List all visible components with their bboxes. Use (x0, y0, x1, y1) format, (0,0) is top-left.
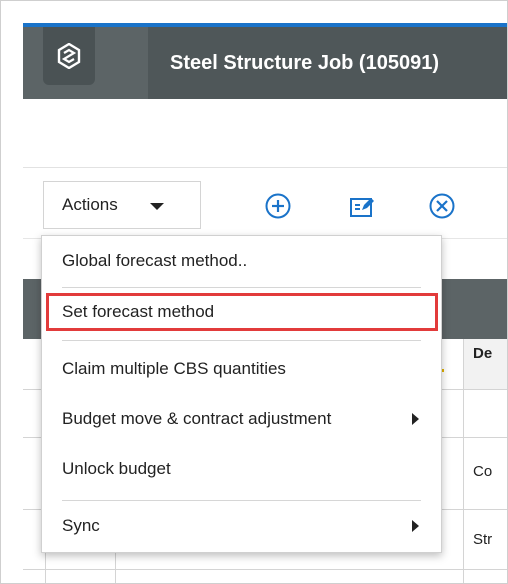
grid-column-line (463, 339, 464, 583)
menu-divider (62, 500, 421, 501)
chevron-right-icon (412, 413, 419, 425)
menu-item-label: Sync (62, 516, 100, 535)
highlight-annotation (46, 293, 438, 331)
app-header: Steel Structure Job (105091) (23, 27, 507, 99)
actions-dropdown-button[interactable]: Actions (43, 181, 201, 229)
menu-item-label: Claim multiple CBS quantities (62, 359, 286, 378)
plus-circle-icon[interactable] (263, 191, 293, 221)
menu-item-label: Unlock budget (62, 459, 171, 478)
actions-menu: Global forecast method.. Set forecast me… (41, 235, 442, 553)
table-cell[interactable]: Co (473, 463, 492, 480)
menu-divider (62, 287, 421, 288)
job-title[interactable]: Steel Structure Job (105091) (148, 27, 507, 99)
menu-item-label: Global forecast method.. (62, 251, 248, 270)
menu-item-label: Budget move & contract adjustment (62, 409, 332, 428)
menu-item-claim-multiple-cbs-quantities[interactable]: Claim multiple CBS quantities (42, 349, 441, 389)
actions-label: Actions (62, 195, 118, 214)
close-circle-icon[interactable] (427, 191, 457, 221)
edit-pencil-icon[interactable] (347, 191, 377, 221)
column-header-label: De (473, 345, 493, 362)
screenshot-frame: Steel Structure Job (105091) Actions De … (0, 0, 508, 584)
divider (23, 167, 507, 168)
menu-item-unlock-budget[interactable]: Unlock budget (42, 449, 441, 489)
grid-row-line (23, 569, 507, 570)
menu-item-budget-move-contract-adjustment[interactable]: Budget move & contract adjustment (42, 399, 441, 439)
menu-item-sync[interactable]: Sync (42, 506, 441, 546)
table-cell[interactable]: Str (473, 531, 492, 548)
logo-button[interactable] (43, 27, 95, 85)
hexagon-logo-icon (57, 43, 81, 69)
menu-item-global-forecast-method[interactable]: Global forecast method.. (42, 241, 441, 281)
menu-divider (62, 340, 421, 341)
chevron-right-icon (412, 520, 419, 532)
chevron-down-icon (150, 203, 164, 210)
